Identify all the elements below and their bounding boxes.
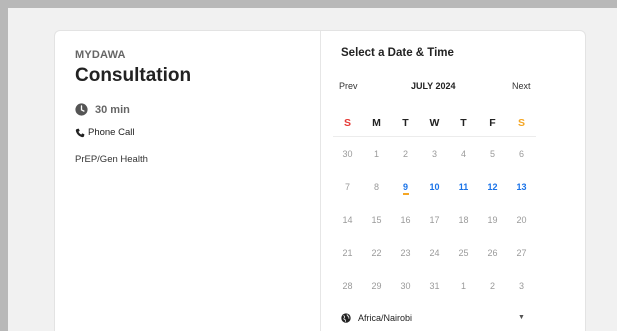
calendar-day: 2 [402, 148, 408, 159]
calendar-day: 1 [373, 148, 379, 159]
event-details-panel: MYDAWA Consultation 30 min Phone Call Pr… [55, 31, 321, 331]
calendar-day: 14 [342, 214, 353, 225]
calendar-day: 21 [342, 247, 353, 258]
globe-icon [341, 313, 351, 323]
calendar-day: 6 [518, 148, 524, 159]
calendar-day: 18 [458, 214, 469, 225]
calendar-day: 27 [516, 247, 527, 258]
calendar-day: 25 [458, 247, 469, 258]
calendar-day: 29 [371, 280, 382, 291]
date-time-panel: Select a Date & Time Prev JULY 2024 Next… [321, 31, 587, 331]
month-label: JULY 2024 [411, 81, 456, 91]
event-title: Consultation [75, 65, 192, 86]
calendar-day: 24 [429, 247, 440, 258]
duration-label: 30 min [95, 103, 130, 116]
calendar-day: 20 [516, 214, 527, 225]
calendar-day: 23 [400, 247, 411, 258]
calendar-day: 26 [487, 247, 498, 258]
calendar-day: 1 [460, 280, 466, 291]
weekday-header: S [333, 109, 362, 137]
calendar-day: 3 [518, 280, 524, 291]
calendar-grid: S M T W T F S 30 1 2 3 4 5 6 7 8 9 10 11… [333, 109, 536, 331]
select-date-heading: Select a Date & Time [341, 47, 454, 59]
calendar-day: 31 [429, 280, 440, 291]
timezone-label: Africa/Nairobi [358, 313, 413, 323]
prev-month-button[interactable]: Prev [339, 81, 358, 91]
calendar-day-today[interactable]: 9 [391, 170, 420, 203]
call-type-label: Phone Call [88, 127, 135, 138]
month-navigation: Prev JULY 2024 Next [335, 81, 535, 95]
calendar-day: 3 [431, 148, 437, 159]
phone-icon [75, 128, 85, 137]
call-type-row: Phone Call [75, 127, 134, 138]
calendar-day-available[interactable]: 11 [449, 170, 478, 203]
calendar-day: 2 [489, 280, 495, 291]
calendar-day: 15 [371, 214, 382, 225]
timezone-select[interactable]: Africa/Nairobi ▼ [341, 311, 525, 325]
calendar-day: 7 [344, 181, 350, 192]
duration-row: 30 min [75, 103, 130, 116]
service-label: PrEP/Gen Health [75, 154, 148, 165]
calendar-day: 28 [342, 280, 353, 291]
weekday-header: S [507, 109, 536, 137]
calendar-day: 4 [460, 148, 466, 159]
browser-frame: MYDAWA Consultation 30 min Phone Call Pr… [8, 8, 617, 331]
calendar-day: 30 [400, 280, 411, 291]
calendar-day: 22 [371, 247, 382, 258]
booking-card: MYDAWA Consultation 30 min Phone Call Pr… [54, 30, 586, 331]
calendar-day: 16 [400, 214, 411, 225]
next-month-button[interactable]: Next [512, 81, 531, 91]
calendar-day: 30 [342, 148, 353, 159]
calendar-day: 19 [487, 214, 498, 225]
calendar-day-available[interactable]: 12 [478, 170, 507, 203]
weekday-header: W [420, 109, 449, 137]
clock-icon [75, 103, 88, 116]
organization-name: MYDAWA [75, 49, 126, 61]
weekday-header: T [391, 109, 420, 137]
weekday-header: M [362, 109, 391, 137]
calendar-day: 17 [429, 214, 440, 225]
weekday-header: T [449, 109, 478, 137]
weekday-header: F [478, 109, 507, 137]
calendar-day: 5 [489, 148, 495, 159]
chevron-down-icon: ▼ [518, 314, 525, 321]
calendar-day-available[interactable]: 13 [507, 170, 536, 203]
calendar-day-available[interactable]: 10 [420, 170, 449, 203]
calendar-day: 8 [373, 181, 379, 192]
